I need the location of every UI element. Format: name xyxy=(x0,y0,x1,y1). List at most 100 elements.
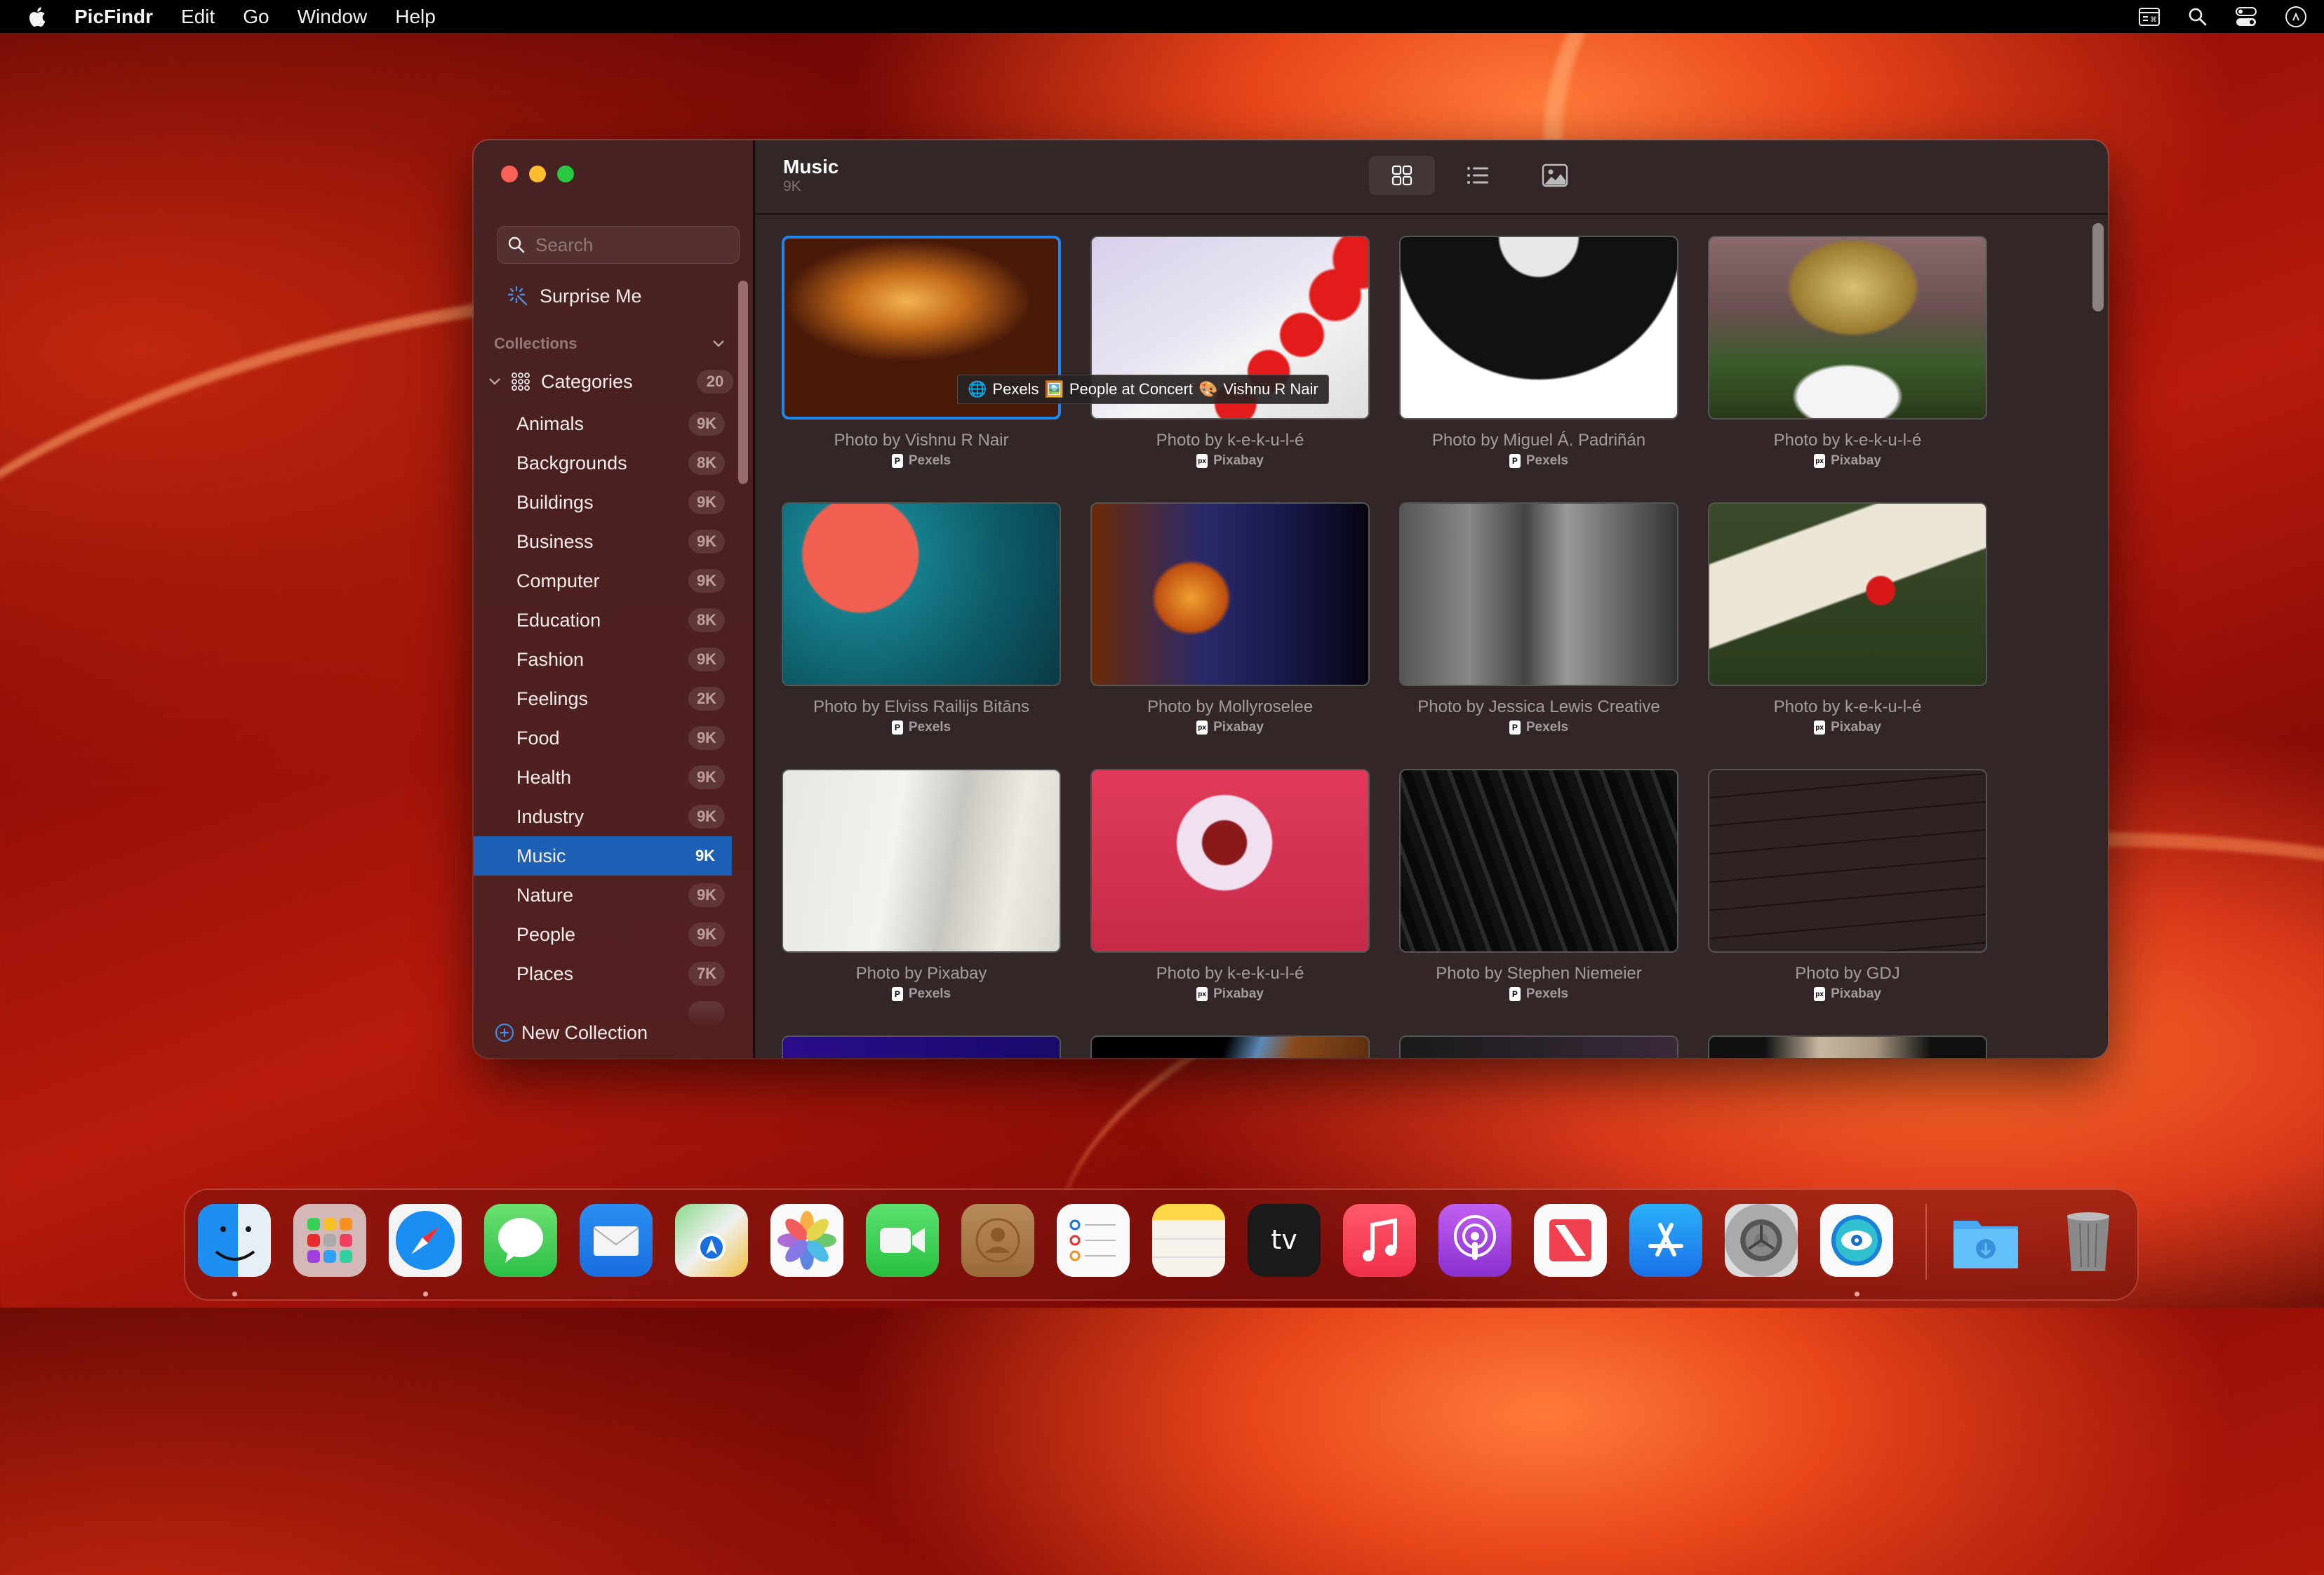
menu-window[interactable]: Window xyxy=(298,6,368,28)
sidebar-item-people[interactable]: People 9K xyxy=(474,915,733,954)
sidebar-item-health[interactable]: Health 9K xyxy=(474,758,733,797)
sidebar-scrollbar[interactable] xyxy=(738,281,748,484)
photo-thumbnail[interactable] xyxy=(1090,769,1370,953)
menu-help[interactable]: Help xyxy=(395,6,436,28)
photo-source[interactable]: px Pixabay xyxy=(1090,453,1370,469)
sidebar-item-fashion[interactable]: Fashion 9K xyxy=(474,640,733,679)
sidebar-item-animals[interactable]: Animals 9K xyxy=(474,404,733,443)
control-center-icon[interactable] xyxy=(2236,6,2257,27)
menu-app-name[interactable]: PicFindr xyxy=(74,6,153,28)
dock-finder-icon[interactable] xyxy=(198,1204,271,1277)
photo-source[interactable]: P Pexels xyxy=(782,986,1061,1002)
sidebar-item-nature[interactable]: Nature 9K xyxy=(474,876,733,915)
photo-tile[interactable] xyxy=(1708,1036,1987,1058)
sidebar-item-computer[interactable]: Computer 9K xyxy=(474,561,733,601)
dock-app-store-icon[interactable] xyxy=(1629,1204,1702,1277)
keyboard-shortcuts-icon[interactable]: ⌘ xyxy=(2139,7,2160,26)
photo-source[interactable]: P Pexels xyxy=(1399,453,1678,469)
photo-tile[interactable]: Photo by GDJ px Pixabay xyxy=(1708,769,1987,1002)
dock-launchpad-icon[interactable] xyxy=(293,1204,366,1277)
menu-edit[interactable]: Edit xyxy=(181,6,215,28)
photo-tile[interactable] xyxy=(1399,1036,1678,1058)
dock-picfindr-icon[interactable] xyxy=(1820,1204,1893,1277)
photo-thumbnail[interactable] xyxy=(1708,769,1987,953)
sidebar-item-feelings[interactable]: Feelings 2K xyxy=(474,679,733,718)
sidebar-item-music[interactable]: Music 9K xyxy=(474,836,732,876)
photo-thumbnail[interactable] xyxy=(1399,502,1678,686)
search-input[interactable] xyxy=(534,233,726,257)
siri-icon[interactable] xyxy=(2285,6,2307,28)
photo-thumbnail[interactable] xyxy=(782,769,1061,953)
photo-tile[interactable]: Photo by Stephen Niemeier P Pexels xyxy=(1399,769,1678,1002)
photo-tile[interactable]: Photo by Elviss Railijs Bitāns P Pexels xyxy=(782,502,1061,735)
disclosure-chevron-icon[interactable] xyxy=(488,377,502,387)
photo-source[interactable]: P Pexels xyxy=(1399,720,1678,735)
sidebar-item-food[interactable]: Food 9K xyxy=(474,718,733,758)
sidebar-item-business[interactable]: Business 9K xyxy=(474,522,733,561)
sidebar-item-industry[interactable]: Industry 9K xyxy=(474,797,733,836)
dock-messages-icon[interactable] xyxy=(484,1204,557,1277)
collections-header[interactable]: Collections xyxy=(494,330,726,358)
photo-tile[interactable]: Photo by Miguel Á. Padriñán P Pexels xyxy=(1399,236,1678,469)
sidebar-item-places[interactable]: Places 7K xyxy=(474,954,733,993)
photo-tile[interactable] xyxy=(782,1036,1061,1058)
photo-thumbnail[interactable] xyxy=(1708,236,1987,420)
photo-thumbnail[interactable] xyxy=(1090,1036,1370,1058)
content-scrollbar[interactable] xyxy=(2092,223,2104,311)
spotlight-search-icon[interactable] xyxy=(2188,7,2208,27)
photo-tile[interactable]: Photo by Pixabay P Pexels xyxy=(782,769,1061,1002)
dock-tv-icon[interactable]: tv xyxy=(1248,1204,1321,1277)
dock-mail-icon[interactable] xyxy=(580,1204,653,1277)
photo-tile[interactable]: Photo by k-e-k-u-l-é px Pixabay xyxy=(1090,769,1370,1002)
menu-go[interactable]: Go xyxy=(243,6,269,28)
dock-notes-icon[interactable] xyxy=(1152,1204,1225,1277)
search-field[interactable] xyxy=(497,226,740,264)
photo-source[interactable]: px Pixabay xyxy=(1090,986,1370,1002)
photo-source[interactable]: P Pexels xyxy=(1399,986,1678,1002)
sidebar-item-education[interactable]: Education 8K xyxy=(474,601,733,640)
new-collection-button[interactable]: New Collection xyxy=(495,1017,648,1048)
sidebar-item-buildings[interactable]: Buildings 9K xyxy=(474,483,733,522)
photo-thumbnail[interactable] xyxy=(782,502,1061,686)
zoom-button[interactable] xyxy=(557,166,574,182)
photo-tile[interactable] xyxy=(1090,1036,1370,1058)
photo-tile[interactable]: Photo by Mollyroselee px Pixabay xyxy=(1090,502,1370,735)
dock-contacts-icon[interactable] xyxy=(961,1204,1034,1277)
photo-thumbnail[interactable] xyxy=(1708,502,1987,686)
photo-source[interactable]: px Pixabay xyxy=(1708,986,1987,1002)
dock-podcasts-icon[interactable] xyxy=(1438,1204,1511,1277)
dock-news-icon[interactable] xyxy=(1534,1204,1607,1277)
photo-tile[interactable]: Photo by k-e-k-u-l-é px Pixabay xyxy=(1090,236,1370,469)
photo-tile[interactable]: Photo by k-e-k-u-l-é px Pixabay xyxy=(1708,502,1987,735)
photo-source[interactable]: px Pixabay xyxy=(1090,720,1370,735)
dock-system-settings-icon[interactable] xyxy=(1725,1204,1798,1277)
list-view-button[interactable] xyxy=(1445,156,1511,195)
image-view-button[interactable] xyxy=(1522,156,1588,195)
photo-source[interactable]: P Pexels xyxy=(782,720,1061,735)
minimize-button[interactable] xyxy=(529,166,546,182)
dock-maps-icon[interactable] xyxy=(675,1204,748,1277)
photo-tile[interactable]: Photo by Vishnu R Nair P Pexels xyxy=(782,236,1061,469)
photo-thumbnail[interactable] xyxy=(1399,1036,1678,1058)
dock-photos-icon[interactable] xyxy=(770,1204,843,1277)
photo-tile[interactable]: Photo by Jessica Lewis Creative P Pexels xyxy=(1399,502,1678,735)
sidebar-item-backgrounds[interactable]: Backgrounds 8K xyxy=(474,443,733,483)
dock-trash-icon[interactable] xyxy=(2052,1204,2125,1277)
dock-facetime-icon[interactable] xyxy=(866,1204,939,1277)
photo-source[interactable]: P Pexels xyxy=(782,453,1061,469)
photo-source[interactable]: px Pixabay xyxy=(1708,720,1987,735)
photo-source[interactable]: px Pixabay xyxy=(1708,453,1987,469)
sidebar-item-categories[interactable]: Categories 20 xyxy=(488,365,733,398)
dock-music-icon[interactable] xyxy=(1343,1204,1416,1277)
photo-thumbnail[interactable] xyxy=(1399,236,1678,420)
photo-thumbnail[interactable] xyxy=(1399,769,1678,953)
close-button[interactable] xyxy=(501,166,518,182)
apple-menu-icon[interactable] xyxy=(25,4,51,29)
photo-tile[interactable]: Photo by k-e-k-u-l-é px Pixabay xyxy=(1708,236,1987,469)
grid-view-button[interactable] xyxy=(1369,156,1435,195)
photo-thumbnail[interactable] xyxy=(782,1036,1061,1058)
chevron-down-icon[interactable] xyxy=(712,339,726,349)
surprise-me-item[interactable]: Surprise Me xyxy=(507,281,642,311)
photo-thumbnail[interactable] xyxy=(1090,502,1370,686)
dock-downloads-icon[interactable] xyxy=(1949,1204,2022,1277)
